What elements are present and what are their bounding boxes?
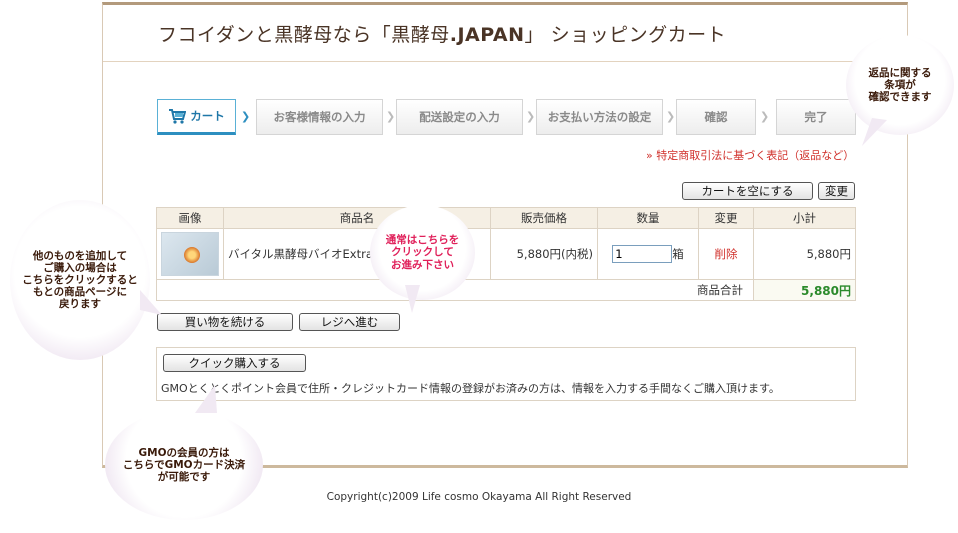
quantity-cell: 箱: [597, 228, 699, 280]
step-arrow-icon: ❯: [386, 110, 396, 123]
product-seal-icon: [184, 247, 200, 263]
step-arrow-icon: ❯: [526, 110, 536, 123]
step-cart: カート: [157, 99, 236, 135]
product-image[interactable]: [161, 232, 219, 276]
step-label: 確認: [704, 110, 728, 124]
table-header-row: 画像 商品名 販売価格 数量 変更 小計: [156, 207, 856, 229]
title-brand: .JAPAN: [449, 24, 525, 46]
step-shipping: 配送設定の入力: [396, 99, 523, 135]
total-row: 商品合計 5,880円: [156, 279, 856, 301]
product-image-cell: [156, 228, 224, 280]
total-value: 5,880円: [801, 283, 851, 298]
quick-purchase-button[interactable]: クイック購入する: [163, 354, 306, 372]
delete-cell: 削除: [698, 228, 754, 280]
callout-text: 返品に関する 条項が 確認できます: [868, 66, 932, 104]
step-label: 配送設定の入力: [419, 110, 500, 124]
cart-icon: [169, 109, 187, 124]
continue-shopping-button[interactable]: 買い物を続ける: [157, 313, 293, 331]
quantity-input[interactable]: [612, 245, 673, 263]
callout-gmo: GMOの会員の方は こちらでGMOカード決済 が可能です: [105, 410, 263, 520]
column-header: 数量: [597, 207, 699, 229]
callout-text: 通常はこちらを クリックして お進み下さい: [385, 234, 460, 271]
empty-cart-button[interactable]: カートを空にする: [682, 182, 813, 200]
quick-purchase-note: GMOとくとくポイント会員で住所・クレジットカード情報の登録がお済みの方は、情報…: [161, 382, 780, 395]
callout-continue-shopping: 他のものを追加して ご購入の場合は こちらをクリックすると もとの商品ページに …: [10, 200, 150, 360]
subtotal-cell: 5,880円: [753, 228, 856, 280]
row-subtotal: 5,880円: [806, 247, 851, 261]
title-prefix: フコイダンと黒酵母なら「黒酵母: [158, 24, 450, 46]
table-row: バイタル黒酵母バイオExtra 5,880円(内税) 箱 削除 5,880円: [156, 228, 856, 280]
callout-text: 他のものを追加して ご購入の場合は こちらをクリックすると もとの商品ページに …: [22, 249, 138, 311]
checkout-button[interactable]: レジへ進む: [299, 313, 400, 331]
callout-tail-icon: [195, 385, 217, 413]
total-label: 商品合計: [697, 283, 743, 297]
callout-tail-icon: [862, 118, 887, 146]
callout-tail-icon: [405, 285, 420, 313]
column-header: 販売価格: [490, 207, 598, 229]
step-customer-info: お客様情報の入力: [256, 99, 383, 135]
step-confirm: 確認: [676, 99, 756, 135]
step-arrow-icon: ❯: [666, 110, 676, 123]
product-price: 5,880円(内税): [516, 247, 593, 261]
step-label: お支払い方法の設定: [547, 110, 652, 124]
title-suffix: 」 ショッピングカート: [524, 24, 727, 46]
step-arrow-icon: ❯: [760, 110, 770, 123]
title-divider: [103, 61, 907, 62]
step-arrow-icon: ❯: [241, 110, 251, 123]
total-value-cell: 5,880円: [753, 279, 856, 301]
column-header: 変更: [698, 207, 754, 229]
callout-text: GMOの会員の方は こちらでGMOカード決済 が可能です: [122, 446, 246, 484]
step-label: お客様情報の入力: [273, 110, 366, 124]
column-header: 小計: [753, 207, 856, 229]
price-cell: 5,880円(内税): [490, 228, 598, 280]
step-label: 完了: [804, 110, 828, 124]
column-header: 画像: [156, 207, 224, 229]
update-cart-button[interactable]: 変更: [818, 182, 855, 200]
product-name: バイタル黒酵母バイオExtra: [228, 247, 373, 261]
step-label: カート: [190, 109, 225, 123]
page-title: フコイダンと黒酵母なら「黒酵母.JAPAN」 ショッピングカート: [158, 20, 726, 47]
cart-table: 画像 商品名 販売価格 数量 変更 小計 バイタル黒酵母バイオExtra 5,8…: [156, 207, 856, 301]
callout-tail-icon: [140, 290, 162, 315]
step-complete: 完了: [776, 99, 856, 135]
step-payment: お支払い方法の設定: [536, 99, 663, 135]
legal-notice-link[interactable]: » 特定商取引法に基づく表記（返品など）: [646, 147, 854, 163]
delete-link[interactable]: 削除: [715, 247, 738, 261]
quantity-unit: 箱: [672, 247, 684, 261]
